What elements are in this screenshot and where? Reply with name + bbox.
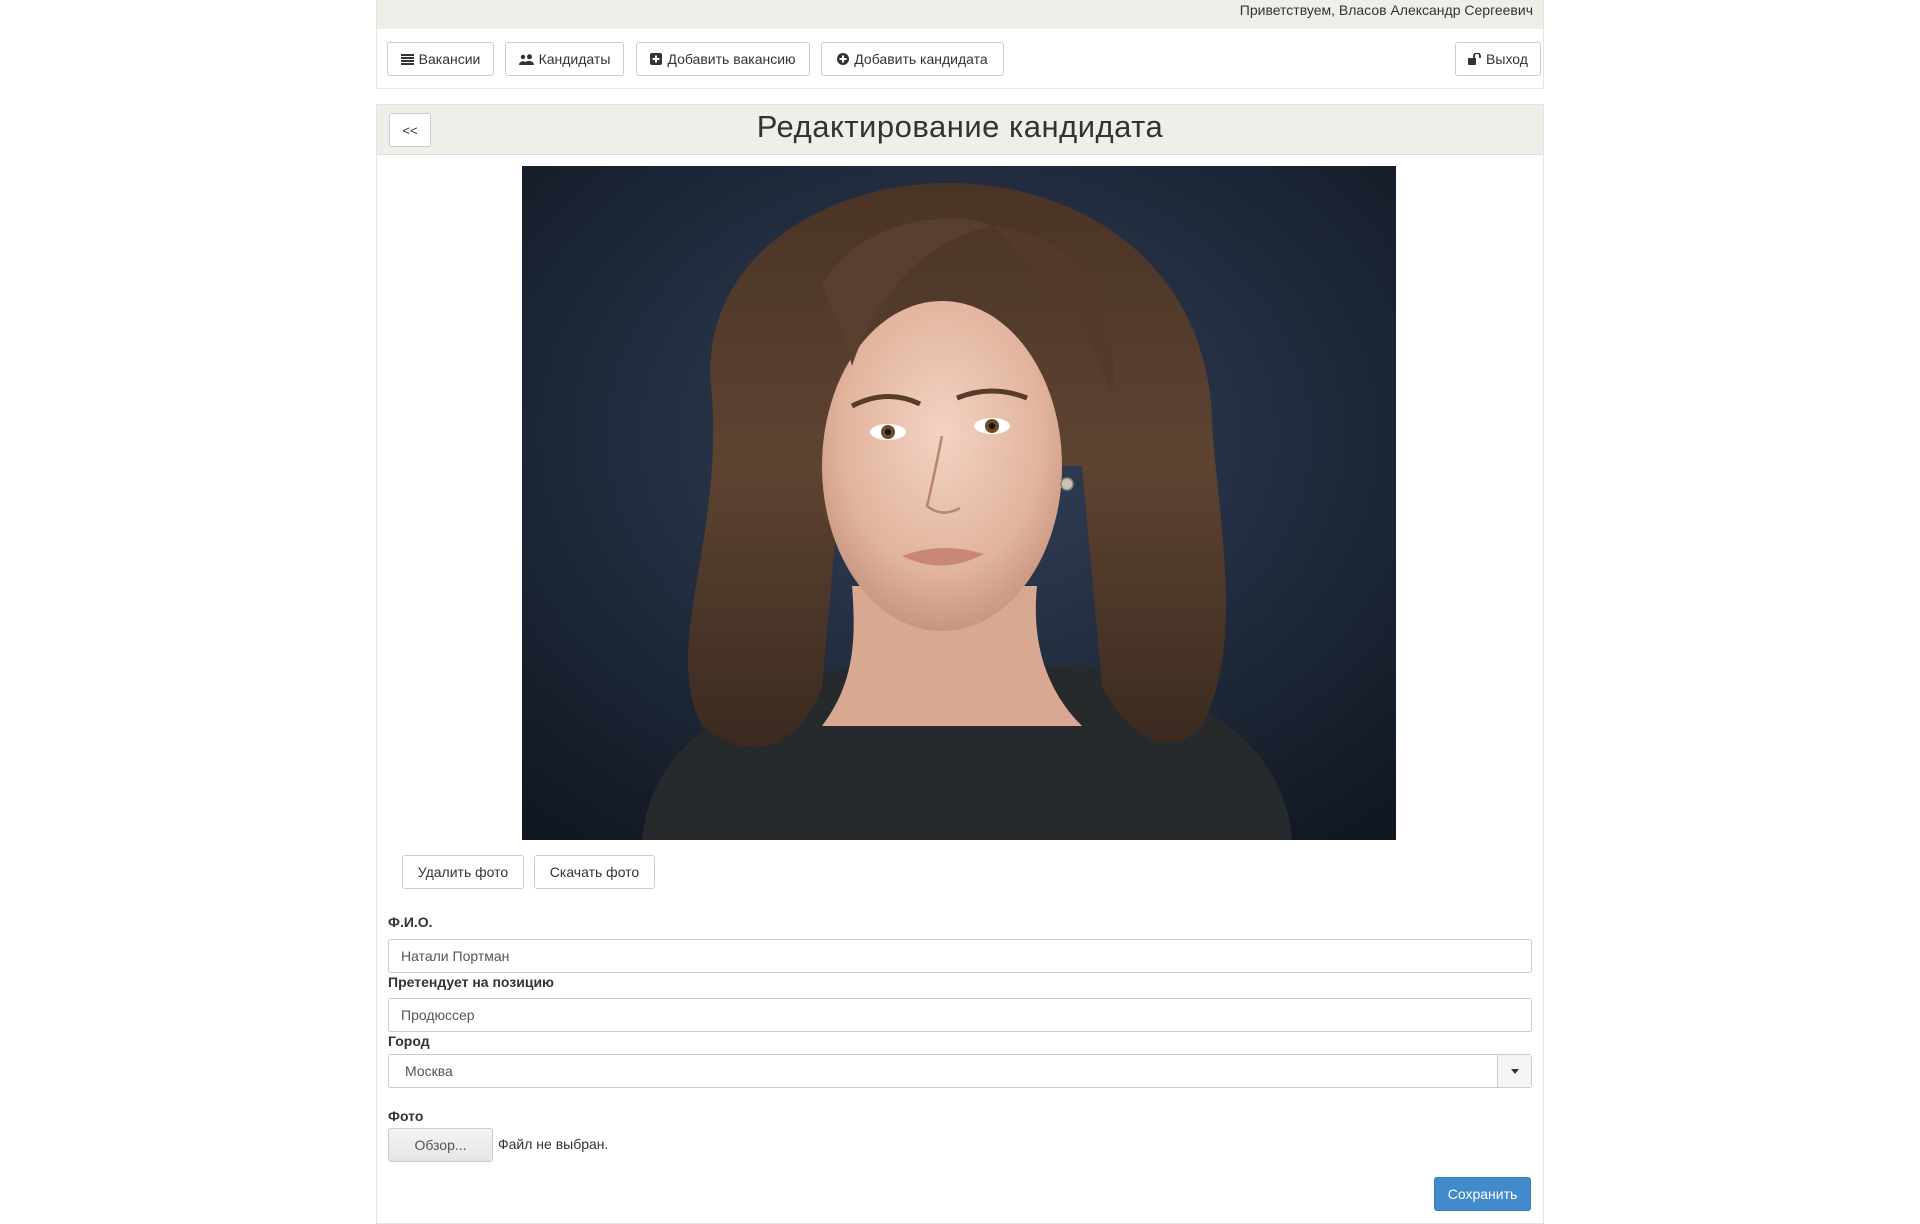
position-label: Претендует на позицию (388, 974, 555, 990)
card-header: << Редактирование кандидата (377, 105, 1543, 155)
city-selected-value: Москва (405, 1063, 453, 1079)
save-button[interactable]: Сохранить (1434, 1177, 1531, 1211)
users-icon (518, 53, 534, 65)
download-photo-button[interactable]: Скачать фото (534, 855, 655, 889)
vacancies-button[interactable]: Вакансии (387, 42, 494, 76)
list-icon (400, 53, 414, 65)
caret-down-icon[interactable] (1497, 1055, 1531, 1087)
fio-input[interactable] (388, 939, 1532, 973)
fio-label: Ф.И.О. (388, 914, 433, 930)
candidates-button[interactable]: Кандидаты (505, 42, 624, 76)
browse-file-button[interactable]: Обзор... (388, 1128, 493, 1162)
candidate-photo (522, 166, 1396, 840)
logout-button[interactable]: Выход (1455, 42, 1541, 76)
vacancies-label: Вакансии (418, 51, 481, 67)
photo-label: Фото (388, 1108, 424, 1124)
add-vacancy-label: Добавить вакансию (667, 51, 796, 67)
add-candidate-button[interactable]: Добавить кандидата (821, 42, 1004, 76)
add-candidate-label: Добавить кандидата (854, 51, 988, 67)
unlock-icon (1468, 53, 1481, 65)
page-title: Редактирование кандидата (756, 109, 1164, 144)
candidates-label: Кандидаты (538, 51, 611, 67)
nav-panel: Вакансии Кандидаты Добавить вакансию Доб… (376, 29, 1544, 89)
city-select[interactable]: Москва (388, 1054, 1532, 1088)
plus-circle-icon (837, 53, 850, 65)
plus-square-icon (650, 53, 663, 65)
delete-photo-button[interactable]: Удалить фото (402, 855, 524, 889)
greeting-bar: Приветствуем, Власов Александр Сергеевич (376, 0, 1544, 30)
position-input[interactable] (388, 998, 1532, 1032)
file-status-text: Файл не выбран. (498, 1136, 609, 1152)
logout-label: Выход (1486, 51, 1528, 67)
add-vacancy-button[interactable]: Добавить вакансию (636, 42, 810, 76)
greeting-text: Приветствуем, Власов Александр Сергеевич (1239, 2, 1533, 18)
city-label: Город (388, 1033, 430, 1049)
